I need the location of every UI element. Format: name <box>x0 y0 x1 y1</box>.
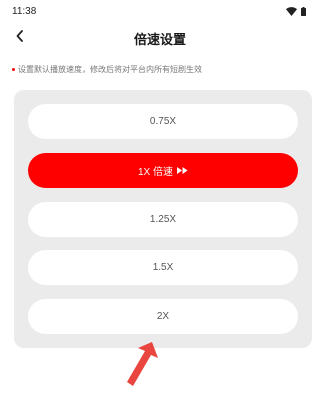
speed-options-panel: 0.75X 1X 倍速 1.25X 1.5X 2X <box>14 90 312 348</box>
page-header: 倍速设置 <box>0 22 320 54</box>
speed-option-selected-content: 1X 倍速 <box>138 163 188 178</box>
fast-forward-icon <box>177 167 188 174</box>
speed-option-1x[interactable]: 1X 倍速 <box>28 153 298 188</box>
speed-option-2x[interactable]: 2X <box>28 299 298 334</box>
speed-option-label: 2X <box>156 311 170 322</box>
status-bar: 11:38 <box>0 0 320 22</box>
speed-option-label: 1.5X <box>152 262 174 273</box>
chevron-left-icon <box>15 29 25 47</box>
hint-dot-icon <box>12 68 15 71</box>
status-time: 11:38 <box>12 5 37 17</box>
status-icons <box>286 6 306 16</box>
hint-text-row: 设置默认播放速度，修改后将对平台内所有短剧生效 <box>12 64 308 75</box>
speed-option-label: 1X 倍速 <box>137 167 173 178</box>
battery-icon <box>301 6 306 16</box>
page-title: 倍速设置 <box>133 31 186 47</box>
back-button[interactable] <box>8 26 32 50</box>
speed-option-label: 0.75X <box>149 116 177 127</box>
wifi-icon <box>286 6 297 16</box>
pointer-arrow-icon <box>118 338 168 390</box>
speed-option-label: 1.25X <box>149 214 177 225</box>
speed-option-0-75x[interactable]: 0.75X <box>28 104 298 139</box>
speed-option-1-25x[interactable]: 1.25X <box>28 202 298 237</box>
speed-option-1-5x[interactable]: 1.5X <box>28 250 298 285</box>
hint-text: 设置默认播放速度，修改后将对平台内所有短剧生效 <box>18 65 202 74</box>
